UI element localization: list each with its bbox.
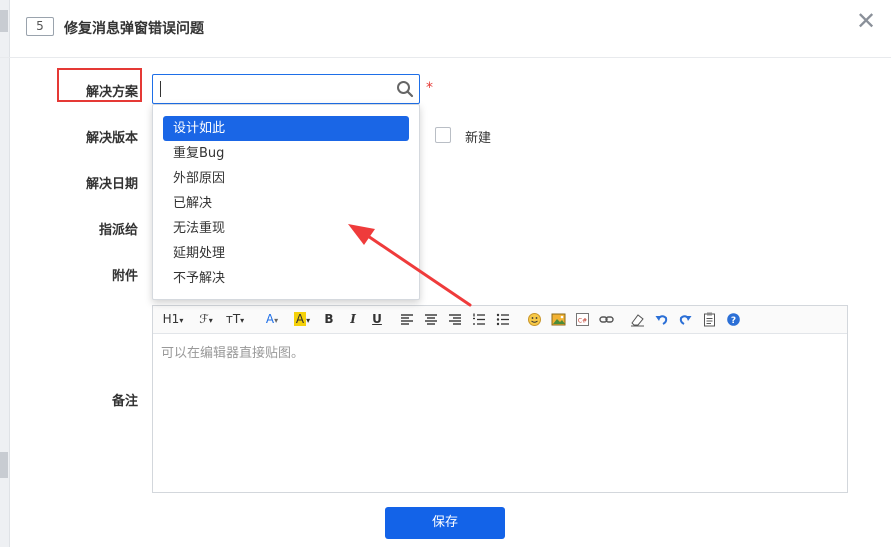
svg-text:C#: C# <box>578 318 587 325</box>
dropdown-option-not-repro[interactable]: 无法重现 <box>163 216 409 241</box>
editor-placeholder: 可以在编辑器直接贴图。 <box>161 346 305 361</box>
new-version-label: 新建 <box>465 131 492 146</box>
dropdown-option-duplicate[interactable]: 重复Bug <box>163 141 409 166</box>
emoji-icon[interactable] <box>527 310 543 329</box>
bold-button[interactable]: B <box>321 310 337 329</box>
link-icon[interactable] <box>599 310 615 329</box>
italic-button[interactable]: I <box>345 310 361 329</box>
attachment-label: 附件 <box>111 269 138 284</box>
background-color-button[interactable]: A ▾ <box>290 310 314 329</box>
text-caret <box>160 81 161 97</box>
version-label: 解决版本 <box>85 131 138 146</box>
dialog-title: 修复消息弹窗错误问题 <box>64 21 204 37</box>
dropdown-option-by-design[interactable]: 设计如此 <box>163 116 409 141</box>
heading-button[interactable]: H1▾ <box>161 310 185 329</box>
notes-label: 备注 <box>111 394 138 409</box>
font-color-button[interactable]: A▾ <box>261 310 283 329</box>
image-icon[interactable] <box>551 310 567 329</box>
annotation-highlight-box <box>57 68 142 102</box>
eraser-icon[interactable] <box>630 310 646 329</box>
bullet-list-icon[interactable] <box>496 310 512 329</box>
assign-label: 指派给 <box>98 223 138 238</box>
align-right-icon[interactable] <box>448 310 464 329</box>
font-size-button[interactable]: тT▾ <box>223 310 247 329</box>
dropdown-option-external[interactable]: 外部原因 <box>163 166 409 191</box>
redo-icon[interactable] <box>678 310 694 329</box>
resolution-dropdown: 设计如此 重复Bug 外部原因 已解决 无法重现 延期处理 不予解决 <box>152 104 420 300</box>
required-mark: * <box>426 80 433 96</box>
paste-text-icon[interactable] <box>702 310 718 329</box>
code-icon[interactable]: C# <box>575 310 591 329</box>
help-icon[interactable]: ? <box>726 310 742 329</box>
underline-button[interactable]: U <box>369 310 385 329</box>
align-center-icon[interactable] <box>424 310 440 329</box>
font-family-button[interactable]: ℱ▾ <box>195 310 217 329</box>
dropdown-option-postponed[interactable]: 延期处理 <box>163 241 409 266</box>
date-label: 解决日期 <box>85 177 138 192</box>
undo-icon[interactable] <box>654 310 670 329</box>
bug-id-badge: 5 <box>26 17 54 36</box>
search-icon[interactable] <box>396 80 414 98</box>
notes-editor[interactable]: H1▾ ℱ▾ тT▾ A▾ A ▾ B I U C# ? 可以在编辑器直接贴图。 <box>152 305 848 493</box>
close-icon[interactable]: ✕ <box>855 8 877 34</box>
svg-text:?: ? <box>731 316 736 326</box>
align-left-icon[interactable] <box>400 310 416 329</box>
new-version-checkbox[interactable] <box>435 127 451 143</box>
dropdown-option-fixed[interactable]: 已解决 <box>163 191 409 216</box>
save-button[interactable]: 保存 <box>385 507 505 539</box>
ordered-list-icon[interactable] <box>472 310 488 329</box>
dropdown-option-wont-fix[interactable]: 不予解决 <box>163 266 409 291</box>
editor-toolbar: H1▾ ℱ▾ тT▾ A▾ A ▾ B I U C# ? <box>153 306 847 334</box>
background-page-edge <box>0 0 10 547</box>
resolution-search-input[interactable] <box>152 74 420 104</box>
header-divider <box>0 57 891 58</box>
